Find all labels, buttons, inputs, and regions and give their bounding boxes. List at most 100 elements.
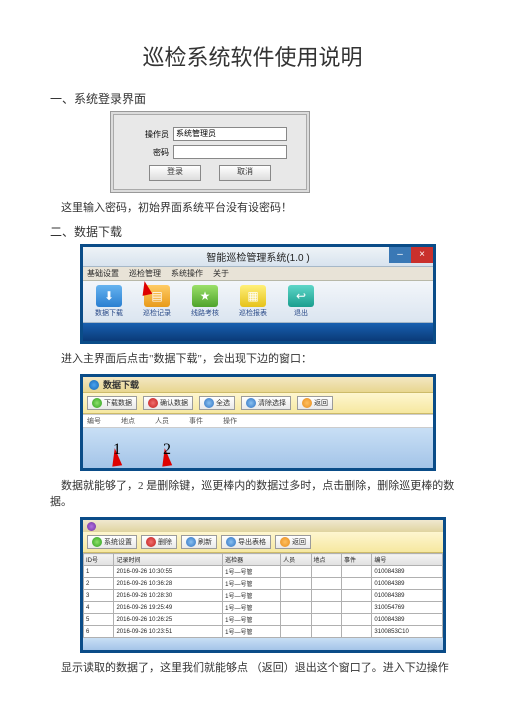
menu-basic[interactable]: 基础设置: [87, 268, 119, 279]
cancel-button[interactable]: 取消: [219, 165, 271, 181]
login-note: 这里输入密码，初始界面系统平台没有设密码！: [50, 199, 455, 215]
ts-refresh-button[interactable]: 刷新: [181, 535, 217, 549]
cell-person: [281, 566, 311, 578]
dl-title: 数据下载: [83, 377, 433, 392]
cell-id: 4: [84, 602, 114, 614]
ts-export-button[interactable]: 导出表格: [221, 535, 271, 549]
main-note: 进入主界面后点击"数据下载"，会出现下边的窗口：: [50, 350, 455, 366]
section-1-heading: 一、系统登录界面: [50, 90, 455, 107]
cell-place: [311, 566, 341, 578]
table-row[interactable]: 12016-09-26 10:30:551号—号管010084389: [84, 566, 443, 578]
menu-system[interactable]: 系统操作: [171, 268, 203, 279]
cell-dev: 1号—号管: [223, 590, 281, 602]
cell-dev: 1号—号管: [223, 626, 281, 638]
doc-title: 巡检系统软件使用说明: [50, 40, 455, 72]
back-icon: [280, 537, 290, 547]
toolbar: ⬇数据下载 ▤巡检记录 ★线路考核 ▦巡检报表 ↩退出: [83, 281, 433, 323]
col-dev: 巡检器: [223, 554, 281, 566]
cell-event: [341, 626, 371, 638]
tool-records[interactable]: ▤巡检记录: [137, 285, 177, 318]
table-row[interactable]: 32016-09-26 10:28:301号—号管010084389: [84, 590, 443, 602]
cell-event: [341, 614, 371, 626]
table-row[interactable]: 62016-09-26 10:23:511号—号管3100853C10: [84, 626, 443, 638]
cell-event: [341, 566, 371, 578]
table-row[interactable]: 52016-09-26 10:26:251号—号管010084389: [84, 614, 443, 626]
cell-event: [341, 590, 371, 602]
cell-id: 5: [84, 614, 114, 626]
selectall-icon: [204, 398, 214, 408]
close-icon[interactable]: ×: [411, 247, 433, 263]
download-dialog-screenshot: 数据下载 下载数据 确认数据 全选 清除选择 返回 编号 地点 人员 事件 操作…: [80, 374, 436, 471]
tool-download[interactable]: ⬇数据下载: [89, 285, 129, 318]
dl-back-button[interactable]: 返回: [297, 396, 333, 410]
cell-time: 2016-09-26 10:26:25: [114, 614, 223, 626]
delete-icon: [146, 537, 156, 547]
dl-delete-button[interactable]: 确认数据: [143, 396, 193, 410]
annotation-2: 2: [163, 441, 171, 459]
cell-person: [281, 590, 311, 602]
dl-clear-button[interactable]: 清除选择: [241, 396, 291, 410]
filter-event: 事件: [189, 416, 203, 426]
ts-settings-button[interactable]: 系统设置: [87, 535, 137, 549]
cell-place: [311, 578, 341, 590]
table-header-row: ID号 记录时间 巡检器 人员 地点 事件 编号: [84, 554, 443, 566]
tool-report[interactable]: ▦巡检报表: [233, 285, 273, 318]
settings-icon: [92, 537, 102, 547]
cell-person: [281, 602, 311, 614]
menu-about[interactable]: 关于: [213, 268, 229, 279]
ts-delete-button[interactable]: 删除: [141, 535, 177, 549]
cell-event: [341, 602, 371, 614]
table-row[interactable]: 42016-09-26 19:25:491号—号管310054769: [84, 602, 443, 614]
cell-time: 2016-09-26 10:36:28: [114, 578, 223, 590]
window-title: 智能巡检管理系统(1.0 ): [206, 249, 309, 264]
cell-person: [281, 614, 311, 626]
tool-exit[interactable]: ↩退出: [281, 285, 321, 318]
cell-code: 010084389: [372, 614, 443, 626]
cell-event: [341, 578, 371, 590]
cell-place: [311, 614, 341, 626]
download-icon: ⬇: [96, 285, 122, 307]
records-icon: ▤: [144, 285, 170, 307]
col-place: 地点: [311, 554, 341, 566]
ts-titlebar: [83, 520, 443, 532]
route-icon: ★: [192, 285, 218, 307]
dl-selectall-button[interactable]: 全选: [199, 396, 235, 410]
login-button[interactable]: 登录: [149, 165, 201, 181]
menu-patrol[interactable]: 巡检管理: [129, 268, 161, 279]
clear-icon: [246, 398, 256, 408]
ts-back-button[interactable]: 返回: [275, 535, 311, 549]
refresh-icon: [186, 537, 196, 547]
cell-code: 010084389: [372, 566, 443, 578]
user-field[interactable]: 系统管理员: [173, 127, 287, 141]
dl-note: 数据就能够了，2 是删除键，巡更棒内的数据过多时，点击删除，删除巡更棒的数据。: [50, 477, 455, 509]
exit-icon: ↩: [288, 285, 314, 307]
filter-person: 人员: [155, 416, 169, 426]
col-id: ID号: [84, 554, 114, 566]
tool-route[interactable]: ★线路考核: [185, 285, 225, 318]
cell-time: 2016-09-26 10:28:30: [114, 590, 223, 602]
pass-field[interactable]: [173, 145, 287, 159]
cell-id: 6: [84, 626, 114, 638]
table-row[interactable]: 22016-09-26 10:36:281号—号管 010084389: [84, 578, 443, 590]
col-person: 人员: [281, 554, 311, 566]
cell-id: 2: [84, 578, 114, 590]
back-icon: [302, 398, 312, 408]
pass-label: 密码: [133, 147, 169, 158]
cell-dev: 1号—号管: [223, 578, 281, 590]
window-titlebar: 智能巡检管理系统(1.0 ) – ×: [83, 247, 433, 267]
report-icon: ▦: [240, 285, 266, 307]
col-event: 事件: [341, 554, 371, 566]
cell-person: [281, 626, 311, 638]
cell-place: [311, 590, 341, 602]
cell-person: [281, 578, 311, 590]
minimize-icon[interactable]: –: [389, 247, 411, 263]
dl-download-button[interactable]: 下载数据: [87, 396, 137, 410]
menu-bar: 基础设置 巡检管理 系统操作 关于: [83, 267, 433, 281]
download-icon: [92, 398, 102, 408]
filter-id: 编号: [87, 416, 101, 426]
main-window-screenshot: 智能巡检管理系统(1.0 ) – × 基础设置 巡检管理 系统操作 关于 ⬇数据…: [80, 244, 436, 344]
filter-place: 地点: [121, 416, 135, 426]
section-2-heading: 二、数据下载: [50, 223, 455, 240]
cell-code: 010084389: [372, 578, 443, 590]
cell-place: [311, 602, 341, 614]
